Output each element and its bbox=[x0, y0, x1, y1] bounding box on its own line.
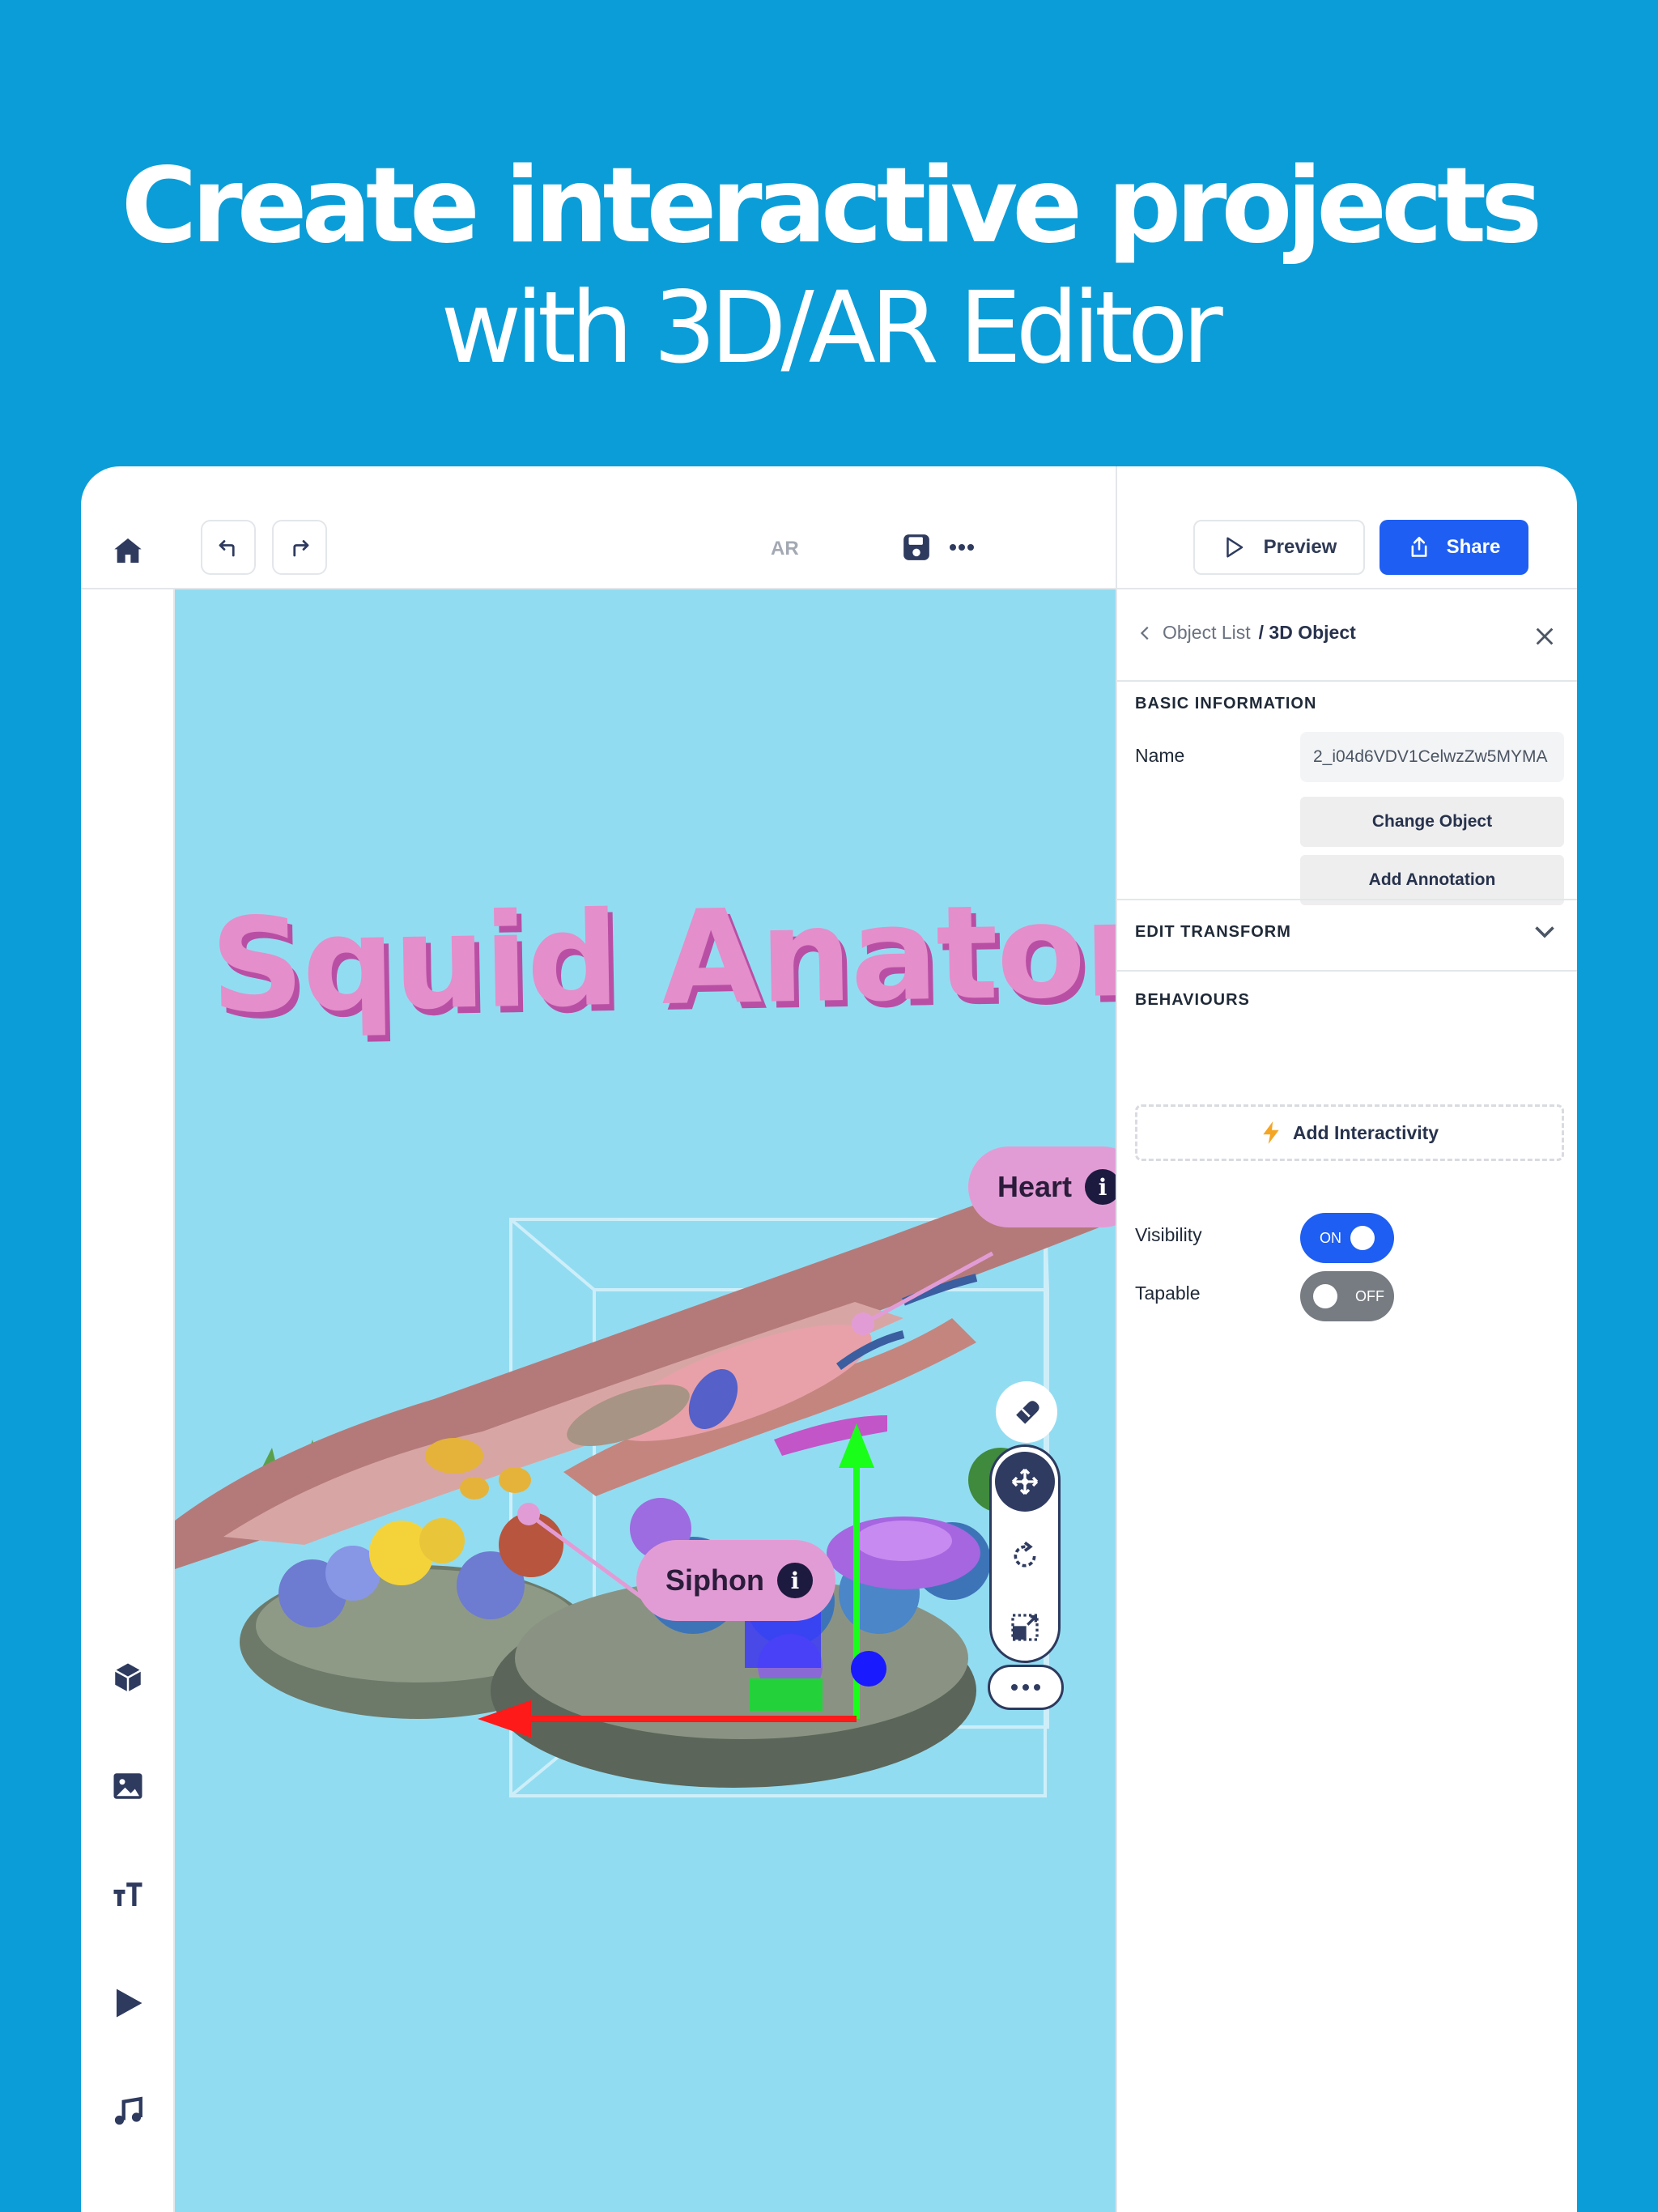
image-icon[interactable] bbox=[105, 1763, 151, 1809]
undo-icon bbox=[219, 540, 235, 557]
tapable-state: OFF bbox=[1355, 1287, 1384, 1304]
ar-mode-label[interactable]: AR bbox=[771, 538, 799, 560]
panel-header: Preview Share bbox=[1116, 466, 1577, 589]
share-button[interactable]: Share bbox=[1380, 520, 1528, 575]
name-label: Name bbox=[1135, 745, 1185, 766]
name-field[interactable]: 2_i04d6VDV1CelwzZw5MYMA bbox=[1300, 732, 1564, 782]
properties-panel: Object List / 3D Object BASIC INFORMATIO… bbox=[1116, 589, 1577, 2212]
visibility-label: Visibility bbox=[1135, 1224, 1202, 1245]
more-icon bbox=[1011, 1684, 1040, 1691]
edit-transform-heading[interactable]: EDIT TRANSFORM bbox=[1135, 923, 1291, 942]
device-frame: AR Preview Share Squid Anatomy Heart i S… bbox=[81, 466, 1577, 2212]
text-icon[interactable] bbox=[105, 1872, 151, 1917]
move-icon[interactable] bbox=[995, 1452, 1055, 1512]
headline: Create interactive projects with 3D/AR E… bbox=[0, 146, 1658, 389]
save-icon[interactable] bbox=[897, 528, 936, 567]
headline-line-2: with 3D/AR Editor bbox=[440, 270, 1222, 385]
close-icon[interactable] bbox=[1530, 622, 1559, 651]
divider bbox=[1117, 899, 1577, 900]
annotation-siphon[interactable]: Siphon i bbox=[636, 1540, 835, 1621]
tapable-toggle[interactable]: OFF bbox=[1300, 1271, 1394, 1321]
cube-icon[interactable] bbox=[105, 1655, 151, 1700]
video-play-icon[interactable] bbox=[105, 1980, 151, 2026]
gizmo-more-button[interactable] bbox=[988, 1665, 1064, 1710]
add-interactivity-button[interactable]: Add Interactivity bbox=[1135, 1104, 1564, 1161]
toggle-knob bbox=[1350, 1226, 1375, 1250]
annotation-siphon-label: Siphon bbox=[665, 1563, 764, 1597]
visibility-state: ON bbox=[1320, 1229, 1341, 1246]
left-tool-rail bbox=[81, 589, 175, 2212]
scale-icon[interactable] bbox=[995, 1597, 1055, 1657]
breadcrumb-parent[interactable]: Object List bbox=[1163, 622, 1251, 644]
breadcrumb-current: / 3D Object bbox=[1258, 622, 1356, 643]
divider bbox=[1117, 970, 1577, 972]
magnet-icon[interactable] bbox=[996, 1381, 1057, 1443]
headline-line-1: Create interactive projects bbox=[121, 146, 1543, 266]
3d-scene[interactable] bbox=[175, 589, 1116, 2212]
basic-info-heading: BASIC INFORMATION bbox=[1135, 695, 1317, 713]
preview-label: Preview bbox=[1263, 536, 1337, 558]
info-icon: i bbox=[776, 1563, 813, 1598]
info-icon: i bbox=[1085, 1169, 1116, 1205]
add-annotation-button[interactable]: Add Annotation bbox=[1300, 855, 1564, 905]
editor-toolbar: AR bbox=[81, 466, 1116, 589]
redo-button[interactable] bbox=[272, 520, 327, 575]
annotation-heart-label: Heart bbox=[997, 1170, 1073, 1203]
more-icon[interactable] bbox=[942, 528, 981, 567]
back-chevron-icon[interactable] bbox=[1137, 624, 1154, 642]
chevron-down-icon[interactable] bbox=[1530, 917, 1559, 946]
behaviours-heading: BEHAVIOURS bbox=[1135, 991, 1250, 1009]
gizmo-tool-rail bbox=[989, 1444, 1061, 1663]
preview-button[interactable]: Preview bbox=[1193, 520, 1365, 575]
ar-canvas[interactable]: Squid Anatomy Heart i Siphon i bbox=[175, 589, 1116, 2212]
play-icon bbox=[1226, 537, 1243, 558]
lightning-icon bbox=[1263, 1121, 1279, 1144]
annotation-heart[interactable]: Heart i bbox=[968, 1146, 1116, 1227]
change-object-button[interactable]: Change Object bbox=[1300, 797, 1564, 847]
undo-button[interactable] bbox=[201, 520, 256, 575]
breadcrumb: Object List / 3D Object bbox=[1137, 622, 1356, 644]
add-interactivity-label: Add Interactivity bbox=[1292, 1121, 1439, 1143]
share-label: Share bbox=[1446, 536, 1501, 558]
visibility-toggle[interactable]: ON bbox=[1300, 1213, 1394, 1263]
tapable-label: Tapable bbox=[1135, 1283, 1201, 1304]
redo-icon bbox=[293, 540, 309, 557]
music-icon[interactable] bbox=[105, 2089, 151, 2134]
rotate-icon[interactable] bbox=[995, 1526, 1055, 1586]
toggle-knob bbox=[1313, 1284, 1337, 1308]
divider bbox=[1117, 680, 1577, 682]
home-icon[interactable] bbox=[105, 528, 151, 573]
share-icon bbox=[1411, 537, 1427, 557]
